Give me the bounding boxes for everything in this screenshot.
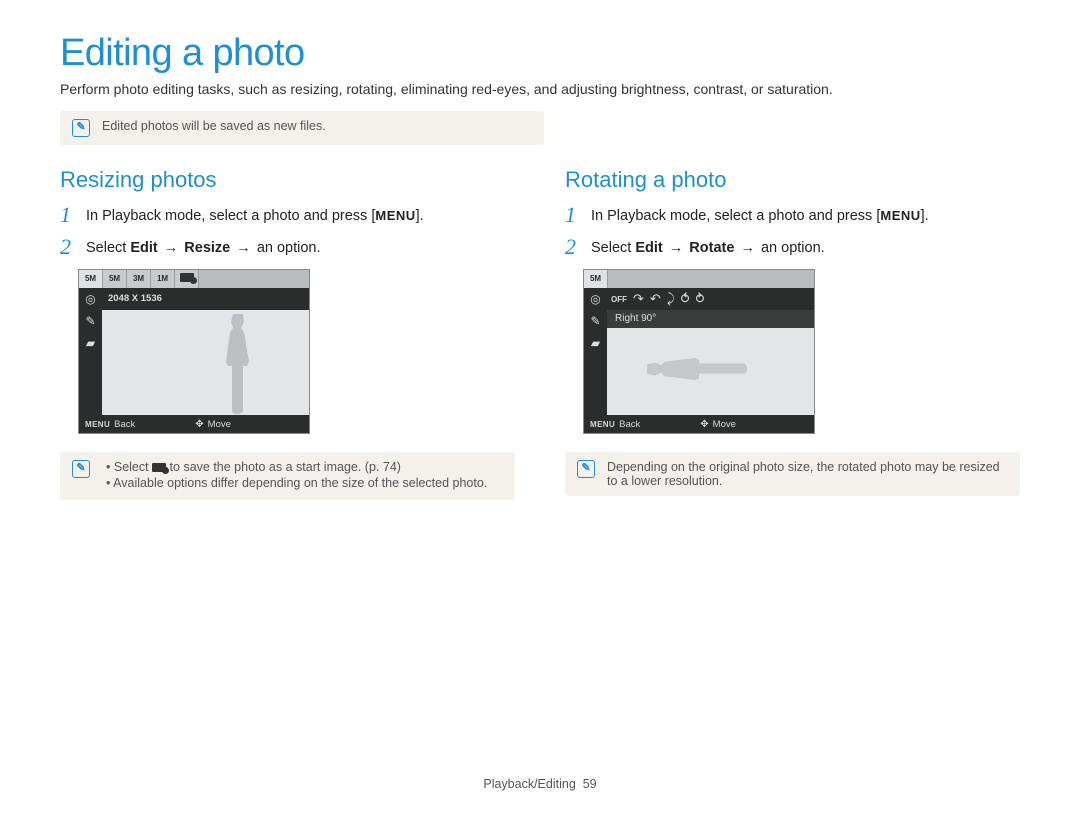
page-footer: Playback/Editing 59 bbox=[0, 777, 1080, 791]
rotate-left-icon: ↶ bbox=[650, 291, 661, 307]
menu-label: MENU bbox=[375, 208, 415, 223]
back-label: Back bbox=[619, 419, 640, 430]
resize-icon: ◎ bbox=[584, 288, 607, 310]
back-label: Back bbox=[114, 419, 135, 430]
rotate-note: ✎ Depending on the original photo size, … bbox=[565, 452, 1020, 496]
note-icon: ✎ bbox=[577, 460, 595, 478]
top-note-text: Edited photos will be saved as new files… bbox=[102, 119, 326, 133]
move-icon: ✥ bbox=[195, 419, 207, 430]
flip-v-icon: ⥁ bbox=[696, 291, 705, 307]
step-number: 1 bbox=[565, 205, 581, 227]
tag-icon: ▰ bbox=[584, 332, 607, 354]
page-title: Editing a photo bbox=[60, 32, 1020, 75]
move-icon: ✥ bbox=[700, 419, 712, 430]
step-text: Select Edit → Resize → an option. bbox=[86, 237, 321, 259]
side-icon-column: ◎ ✎ ▰ bbox=[584, 288, 607, 415]
start-image-icon bbox=[152, 463, 166, 472]
side-icon-column: ◎ ✎ ▰ bbox=[79, 288, 102, 415]
footer-page-number: 59 bbox=[583, 777, 597, 791]
rotate-screenshot: 5M ◎ ✎ ▰ OFF ↷ ↶ ⤸ ⥀ ⥁ Right 90° bbox=[583, 269, 815, 434]
tab-5m: 5M bbox=[79, 270, 103, 288]
column-resizing: Resizing photos 1 In Playback mode, sele… bbox=[60, 167, 515, 500]
silhouette-icon bbox=[213, 314, 263, 414]
move-label: Move bbox=[713, 419, 736, 430]
start-image-icon bbox=[175, 270, 199, 288]
silhouette-icon bbox=[647, 346, 747, 392]
menu-label: MENU bbox=[880, 208, 920, 223]
menu-back-label: MENU bbox=[79, 420, 114, 429]
step-number: 1 bbox=[60, 205, 76, 227]
tab-3m: 3M bbox=[127, 270, 151, 288]
step-text: In Playback mode, select a photo and pre… bbox=[86, 205, 424, 227]
resize-note: ✎ Select to save the photo as a start im… bbox=[60, 452, 515, 500]
intro-text: Perform photo editing tasks, such as res… bbox=[60, 81, 1020, 97]
screenshot-footer: MENU Back ✥ Move bbox=[79, 415, 309, 433]
tab-5m-alt: 5M bbox=[103, 270, 127, 288]
rotate-preview bbox=[607, 328, 814, 415]
rotate-option-label: Right 90° bbox=[607, 310, 814, 328]
move-label: Move bbox=[208, 419, 231, 430]
off-icon: OFF bbox=[611, 295, 627, 304]
heading-rotating: Rotating a photo bbox=[565, 167, 1020, 193]
resize-note-line1: Select to save the photo as a start imag… bbox=[106, 460, 487, 474]
resize-step-1: 1 In Playback mode, select a photo and p… bbox=[60, 205, 515, 227]
rotate-180-icon: ⤸ bbox=[667, 291, 675, 307]
rotate-step-2: 2 Select Edit → Rotate → an option. bbox=[565, 237, 1020, 259]
resize-note-list: Select to save the photo as a start imag… bbox=[102, 460, 487, 492]
resize-icon: ◎ bbox=[79, 288, 102, 310]
step-text: In Playback mode, select a photo and pre… bbox=[591, 205, 929, 227]
rotate-option-icons: OFF ↷ ↶ ⤸ ⥀ ⥁ bbox=[607, 288, 814, 310]
option-size-label: 2048 X 1536 bbox=[102, 288, 309, 310]
note-icon: ✎ bbox=[72, 460, 90, 478]
column-rotating: Rotating a photo 1 In Playback mode, sel… bbox=[565, 167, 1020, 500]
menu-back-label: MENU bbox=[584, 420, 619, 429]
tab-5m: 5M bbox=[584, 270, 608, 288]
resize-preview bbox=[102, 310, 309, 415]
rotate-right-icon: ↷ bbox=[633, 291, 644, 307]
footer-section: Playback/Editing bbox=[483, 777, 575, 791]
rotate-note-text: Depending on the original photo size, th… bbox=[607, 460, 1008, 488]
resize-tabs: 5M 5M 3M 1M bbox=[79, 270, 309, 288]
step-number: 2 bbox=[60, 237, 76, 259]
screenshot-footer: MENU Back ✥ Move bbox=[584, 415, 814, 433]
tag-icon: ▰ bbox=[79, 332, 102, 354]
note-icon: ✎ bbox=[72, 119, 90, 137]
step-text: Select Edit → Rotate → an option. bbox=[591, 237, 825, 259]
resize-screenshot: 5M 5M 3M 1M ◎ ✎ ▰ 2048 X 1536 MENU B bbox=[78, 269, 310, 434]
rotate-tabs: 5M bbox=[584, 270, 814, 288]
resize-step-2: 2 Select Edit → Resize → an option. bbox=[60, 237, 515, 259]
edit-icon: ✎ bbox=[584, 310, 607, 332]
rotate-step-1: 1 In Playback mode, select a photo and p… bbox=[565, 205, 1020, 227]
flip-h-icon: ⥀ bbox=[681, 291, 690, 307]
tab-1m: 1M bbox=[151, 270, 175, 288]
step-number: 2 bbox=[565, 237, 581, 259]
heading-resizing: Resizing photos bbox=[60, 167, 515, 193]
edit-icon: ✎ bbox=[79, 310, 102, 332]
top-note: ✎ Edited photos will be saved as new fil… bbox=[60, 111, 544, 145]
resize-note-line2: Available options differ depending on th… bbox=[106, 476, 487, 490]
